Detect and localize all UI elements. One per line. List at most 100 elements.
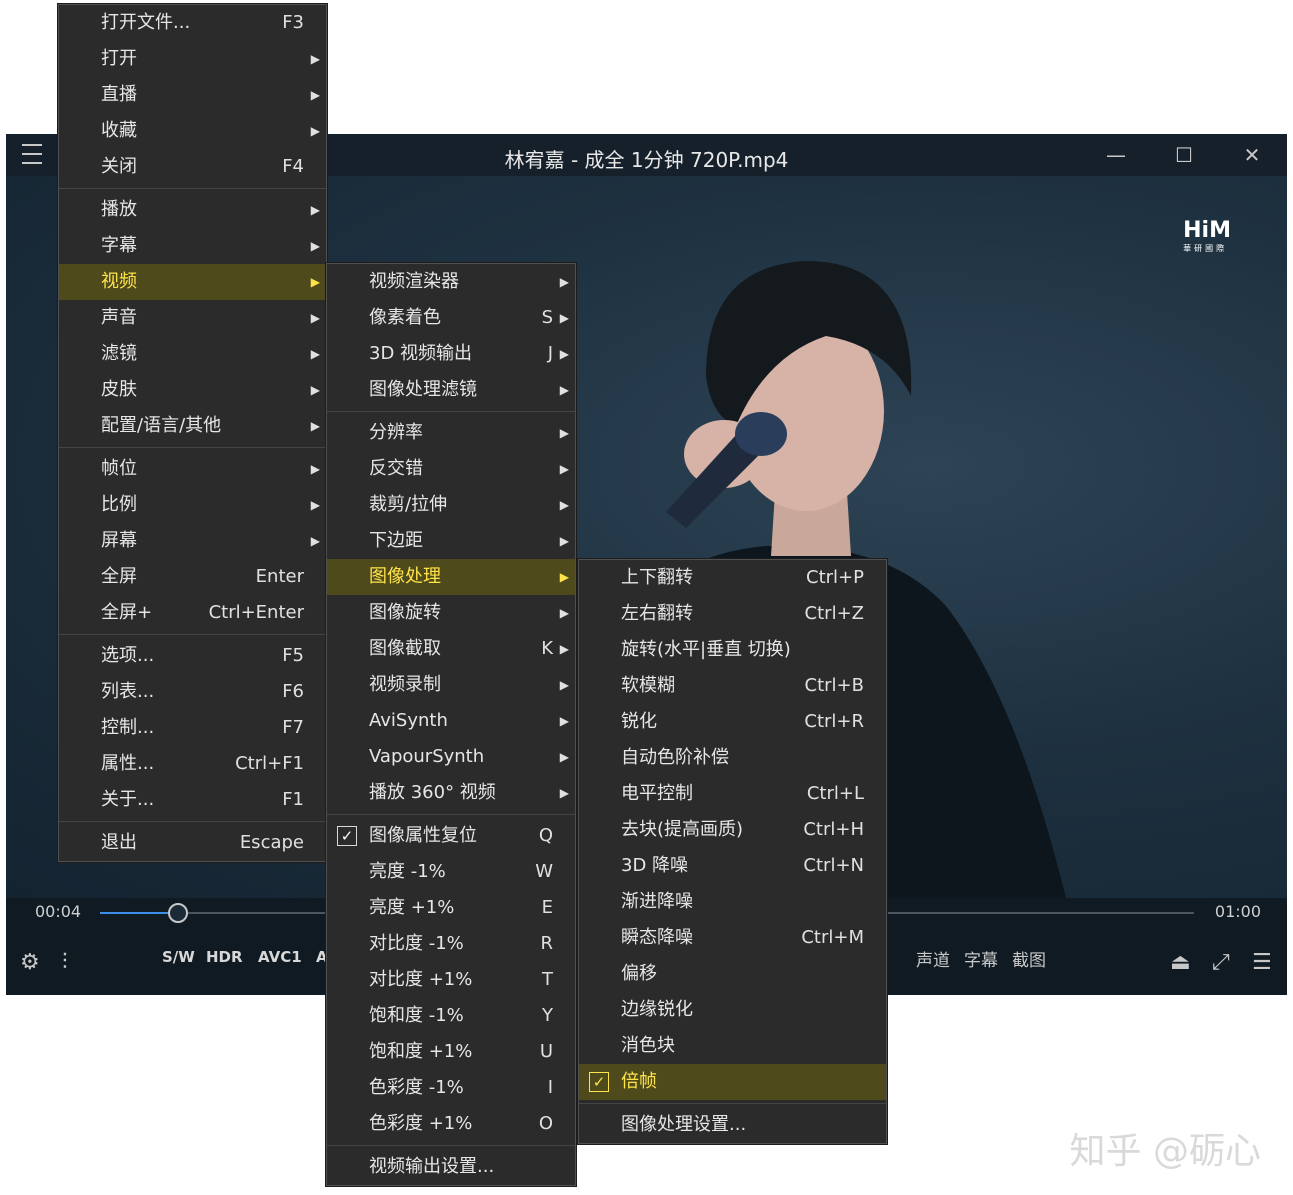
menu-item-shortcut: Ctrl+H xyxy=(803,819,864,840)
seek-handle[interactable] xyxy=(167,903,188,923)
menu2-item-3[interactable]: 图像处理滤镜 ▶ xyxy=(327,372,575,408)
screenshot-button[interactable]: 截图 xyxy=(1012,946,1046,971)
menu1-item-0[interactable]: 打开文件... F3 xyxy=(59,5,326,41)
menu3-item-3[interactable]: 软模糊 Ctrl+B xyxy=(579,668,886,704)
menu3-item-7[interactable]: 去块(提高画质) Ctrl+H xyxy=(579,812,886,848)
submenu-arrow-icon: ▶ xyxy=(310,383,320,397)
menu1-item-21[interactable]: 列表... F6 xyxy=(59,674,326,710)
menu1-item-8[interactable]: 视频 ▶ xyxy=(59,264,326,300)
menu2-item-25[interactable]: 色彩度 +1% O xyxy=(327,1106,575,1142)
subtitle-button[interactable]: 字幕 xyxy=(964,946,998,971)
menu1-item-12[interactable]: 配置/语言/其他 ▶ xyxy=(59,408,326,444)
menu-separator xyxy=(59,188,326,189)
menu2-item-5[interactable]: 分辨率 ▶ xyxy=(327,415,575,451)
menu-item-shortcut: Q xyxy=(538,825,553,846)
menu1-item-7[interactable]: 字幕 ▶ xyxy=(59,228,326,264)
menu2-item-12[interactable]: 视频录制 ▶ xyxy=(327,667,575,703)
menu3-item-1[interactable]: 左右翻转 Ctrl+Z xyxy=(579,596,886,632)
menu-item-label: 自动色阶补偿 xyxy=(621,747,729,768)
menu2-item-21[interactable]: 对比度 +1% T xyxy=(327,962,575,998)
tag-sw[interactable]: S/W xyxy=(162,948,195,966)
menu2-item-8[interactable]: 下边距 ▶ xyxy=(327,523,575,559)
menu3-item-16[interactable]: 图像处理设置... xyxy=(579,1107,886,1143)
menu3-item-12[interactable]: 边缘锐化 xyxy=(579,992,886,1028)
menu2-item-6[interactable]: 反交错 ▶ xyxy=(327,451,575,487)
maximize-icon[interactable]: ☐ xyxy=(1171,142,1197,168)
fullscreen-icon[interactable]: ⤢ xyxy=(1212,950,1230,975)
menu2-item-2[interactable]: 3D 视频输出 J ▶ xyxy=(327,336,575,372)
menu1-item-1[interactable]: 打开 ▶ xyxy=(59,41,326,77)
menu3-item-0[interactable]: 上下翻转 Ctrl+P xyxy=(579,560,886,596)
menu1-item-22[interactable]: 控制... F7 xyxy=(59,710,326,746)
menu1-item-10[interactable]: 滤镜 ▶ xyxy=(59,336,326,372)
menu2-item-24[interactable]: 色彩度 -1% I xyxy=(327,1070,575,1106)
menu2-item-10[interactable]: 图像旋转 ▶ xyxy=(327,595,575,631)
menu2-item-17[interactable]: ✓ 图像属性复位 Q xyxy=(327,818,575,854)
menu2-item-0[interactable]: 视频渲染器 ▶ xyxy=(327,264,575,300)
menu1-item-4[interactable]: 关闭 F4 xyxy=(59,149,326,185)
menu-item-shortcut: W xyxy=(535,861,553,882)
menu3-item-8[interactable]: 3D 降噪 Ctrl+N xyxy=(579,848,886,884)
menu-item-label: 电平控制 xyxy=(621,783,693,804)
menu2-item-23[interactable]: 饱和度 +1% U xyxy=(327,1034,575,1070)
submenu-arrow-icon: ▶ xyxy=(559,462,569,476)
menu3-item-14[interactable]: ✓ 倍帧 xyxy=(579,1064,886,1100)
menu3-item-11[interactable]: 偏移 xyxy=(579,956,886,992)
menu-item-shortcut: Enter xyxy=(255,566,304,587)
menu3-item-2[interactable]: 旋转(水平|垂直 切换) xyxy=(579,632,886,668)
eject-icon[interactable]: ⏏ xyxy=(1170,950,1191,975)
menu1-item-15[interactable]: 比例 ▶ xyxy=(59,487,326,523)
menu1-item-16[interactable]: 屏幕 ▶ xyxy=(59,523,326,559)
menu1-item-26[interactable]: 退出 Escape xyxy=(59,825,326,861)
menu1-item-14[interactable]: 帧位 ▶ xyxy=(59,451,326,487)
menu2-item-27[interactable]: 视频输出设置... xyxy=(327,1149,575,1185)
menu2-item-20[interactable]: 对比度 -1% R xyxy=(327,926,575,962)
menu-item-label: 旋转(水平|垂直 切换) xyxy=(621,639,791,660)
close-icon[interactable]: ✕ xyxy=(1239,142,1265,168)
minimize-icon[interactable]: — xyxy=(1103,142,1129,168)
menu1-item-24[interactable]: 关于... F1 xyxy=(59,782,326,818)
menu2-item-13[interactable]: AviSynth ▶ xyxy=(327,703,575,739)
menu3-item-10[interactable]: 瞬态降噪 Ctrl+M xyxy=(579,920,886,956)
menu2-item-15[interactable]: 播放 360° 视频 ▶ xyxy=(327,775,575,811)
menu3-item-6[interactable]: 电平控制 Ctrl+L xyxy=(579,776,886,812)
menu-separator xyxy=(59,447,326,448)
menu1-item-18[interactable]: 全屏+ Ctrl+Enter xyxy=(59,595,326,631)
menu1-item-9[interactable]: 声音 ▶ xyxy=(59,300,326,336)
menu1-item-6[interactable]: 播放 ▶ xyxy=(59,192,326,228)
playlist-icon[interactable]: ☰ xyxy=(1252,950,1272,975)
menu2-item-1[interactable]: 像素着色 S ▶ xyxy=(327,300,575,336)
menu1-item-11[interactable]: 皮肤 ▶ xyxy=(59,372,326,408)
menu2-item-14[interactable]: VapourSynth ▶ xyxy=(327,739,575,775)
equalizer-icon[interactable]: ⫶ xyxy=(62,950,68,975)
audio-channel-button[interactable]: 声道 xyxy=(916,946,950,971)
submenu-arrow-icon: ▶ xyxy=(310,52,320,66)
menu2-item-7[interactable]: 裁剪/拉伸 ▶ xyxy=(327,487,575,523)
menu2-item-19[interactable]: 亮度 +1% E xyxy=(327,890,575,926)
menu2-item-22[interactable]: 饱和度 -1% Y xyxy=(327,998,575,1034)
menu3-item-13[interactable]: 消色块 xyxy=(579,1028,886,1064)
menu3-item-5[interactable]: 自动色阶补偿 xyxy=(579,740,886,776)
menu2-item-9[interactable]: 图像处理 ▶ xyxy=(327,559,575,595)
menu2-item-18[interactable]: 亮度 -1% W xyxy=(327,854,575,890)
menu-item-label: 控制... xyxy=(101,717,155,738)
menu1-item-23[interactable]: 属性... Ctrl+F1 xyxy=(59,746,326,782)
submenu-arrow-icon: ▶ xyxy=(559,534,569,548)
menu1-item-17[interactable]: 全屏 Enter xyxy=(59,559,326,595)
menu-item-label: 退出 xyxy=(101,832,137,853)
menu-item-label: 全屏 xyxy=(101,566,137,587)
settings-gear-icon[interactable]: ⚙ xyxy=(20,950,40,975)
menu1-item-2[interactable]: 直播 ▶ xyxy=(59,77,326,113)
menu-item-label: 倍帧 xyxy=(621,1071,657,1092)
menu2-item-11[interactable]: 图像截取 K ▶ xyxy=(327,631,575,667)
menu3-item-4[interactable]: 锐化 Ctrl+R xyxy=(579,704,886,740)
menu1-item-20[interactable]: 选项... F5 xyxy=(59,638,326,674)
menu-item-label: 裁剪/拉伸 xyxy=(369,494,448,515)
menu-item-label: 图像处理滤镜 xyxy=(369,379,477,400)
menu-item-label: 视频输出设置... xyxy=(369,1156,495,1177)
tag-hdr[interactable]: HDR xyxy=(206,948,243,966)
menu1-item-3[interactable]: 收藏 ▶ xyxy=(59,113,326,149)
submenu-arrow-icon: ▶ xyxy=(559,678,569,692)
menu3-item-9[interactable]: 渐进降噪 xyxy=(579,884,886,920)
tag-avc1[interactable]: AVC1 xyxy=(258,948,302,966)
